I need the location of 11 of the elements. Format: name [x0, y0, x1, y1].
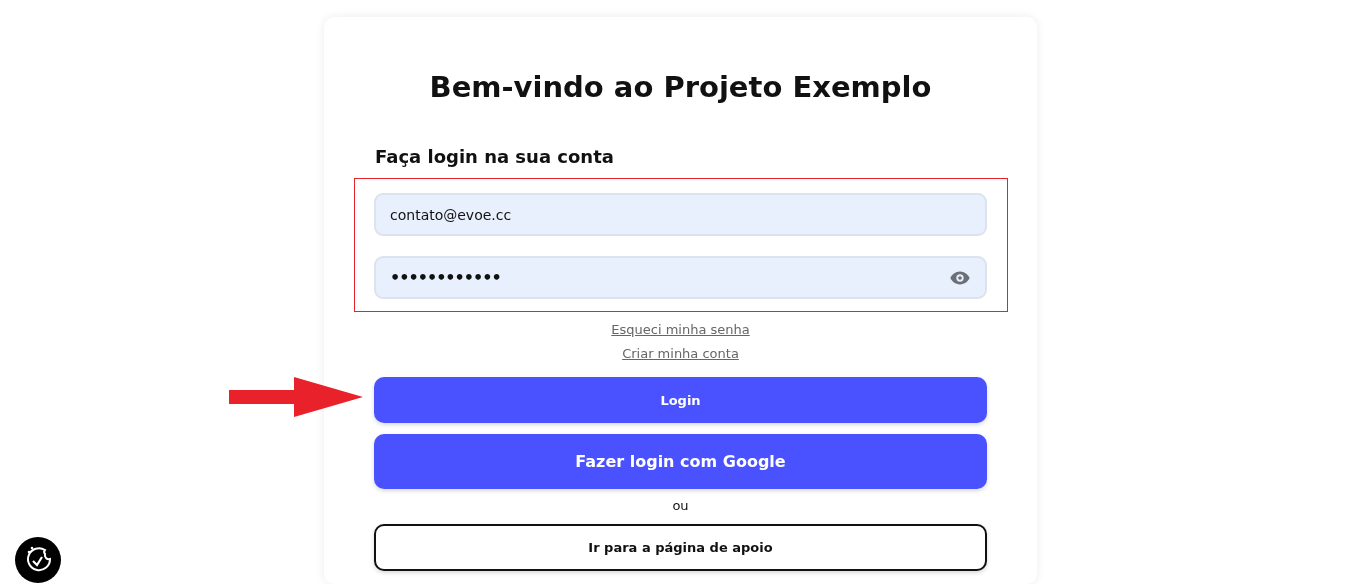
text-link[interactable]: Esqueci minha senha: [611, 320, 750, 340]
support-page-button[interactable]: Ir para a página de apoio: [374, 524, 987, 571]
email-field[interactable]: contato@evoe.cc: [374, 193, 987, 236]
google-login-button[interactable]: Fazer login com Google: [374, 434, 987, 489]
page-title: Bem-vindo ao Projeto Exemplo: [428, 69, 933, 106]
form-heading: Faça login na sua conta: [375, 145, 615, 169]
text-link[interactable]: Criar minha conta: [622, 344, 739, 364]
login-button[interactable]: Login: [374, 377, 987, 423]
or-separator: ou: [671, 497, 690, 515]
cookie-settings-icon[interactable]: [15, 537, 61, 583]
password-field[interactable]: ••••••••••••: [374, 256, 987, 299]
